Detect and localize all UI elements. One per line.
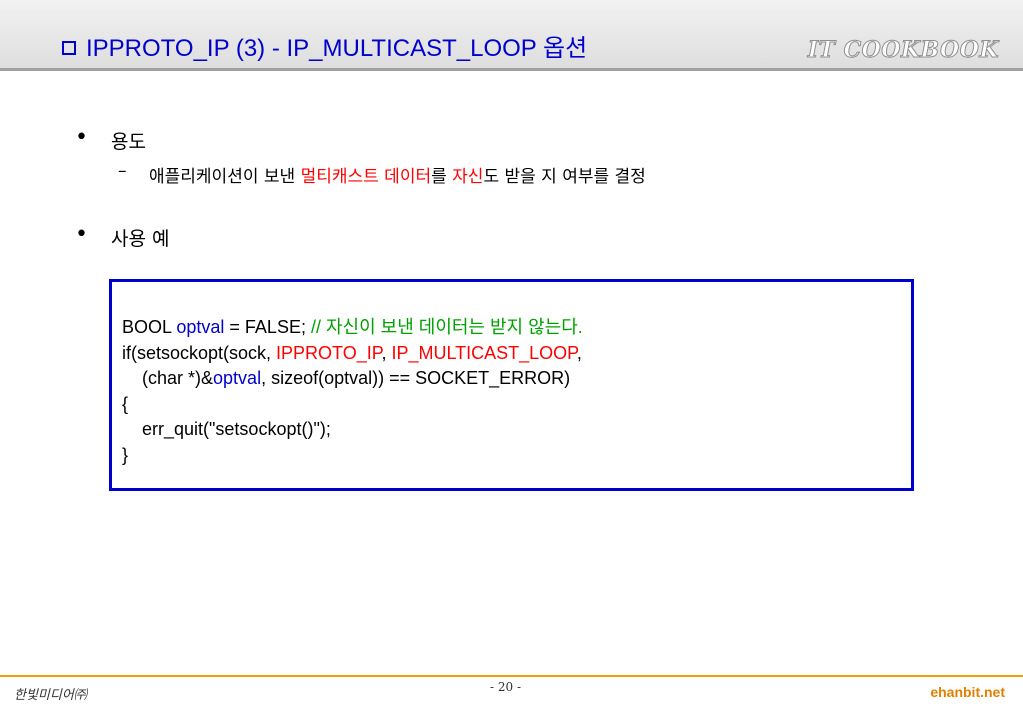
code-example-box: BOOL optval = FALSE; // 자신이 보낸 데이터는 받지 않… — [109, 279, 914, 491]
code-constant: IPPROTO_IP — [276, 342, 382, 363]
bullet-label: 사용 예 — [111, 228, 170, 250]
sub-bullet-text: 애플리케이션이 보낸 멀티캐스트 데이터를 자신도 받을 지 여부를 결정 — [149, 162, 646, 187]
code-text: , — [576, 342, 582, 363]
slide-header: IPPROTO_IP (3) - IP_MULTICAST_LOOP 옵션 IT… — [0, 0, 1023, 68]
sub-text-part: 애플리케이션이 보낸 — [149, 167, 301, 187]
sub-text-highlight: 자신 — [452, 167, 484, 187]
dash-icon: – — [118, 161, 127, 181]
sub-text-part: 도 받을 지 여부를 결정 — [483, 167, 646, 187]
code-text: , sizeof(optval)) == SOCKET_ERROR) — [261, 368, 571, 388]
bullet-dot-icon: • — [75, 125, 88, 150]
code-text: if(setsockopt(sock, — [122, 342, 277, 363]
publisher-link[interactable]: ehanbit.net — [930, 684, 1005, 700]
sub-text-part: 를 — [431, 167, 453, 187]
checkbox-bullet-icon — [62, 41, 76, 55]
code-comment: // 자신이 보낸 데이터는 받지 않는다. — [310, 317, 583, 337]
code-text: = FALSE; — [224, 317, 311, 337]
sub-text-highlight: 멀티캐스트 데이터 — [300, 167, 432, 187]
bullet-dot-icon: • — [75, 222, 88, 247]
header-divider — [0, 68, 1023, 71]
bullet-label: 용도 — [111, 131, 146, 153]
code-text: { — [122, 393, 129, 414]
code-identifier: optval — [176, 317, 225, 337]
code-block: BOOL optval = FALSE; // 자신이 보낸 데이터는 받지 않… — [122, 315, 583, 468]
code-text: (char *)& — [122, 368, 214, 388]
slide-title-text: IPPROTO_IP (3) - IP_MULTICAST_LOOP 옵션 — [86, 35, 588, 62]
footer-divider — [0, 675, 1023, 677]
code-text: , — [381, 342, 392, 363]
code-identifier: optval — [213, 368, 262, 388]
code-text: BOOL — [122, 317, 177, 337]
page-number: - 20 - — [490, 680, 522, 694]
code-constant: IP_MULTICAST_LOOP — [391, 342, 577, 363]
slide-title: IPPROTO_IP (3) - IP_MULTICAST_LOOP 옵션 — [62, 28, 587, 63]
publisher-name: 한빛미디어㈜ — [14, 688, 87, 703]
code-text: err_quit("setsockopt()"); — [122, 419, 331, 439]
code-text: } — [122, 444, 129, 465]
brand-logo: IT COOKBOOK — [807, 37, 999, 64]
